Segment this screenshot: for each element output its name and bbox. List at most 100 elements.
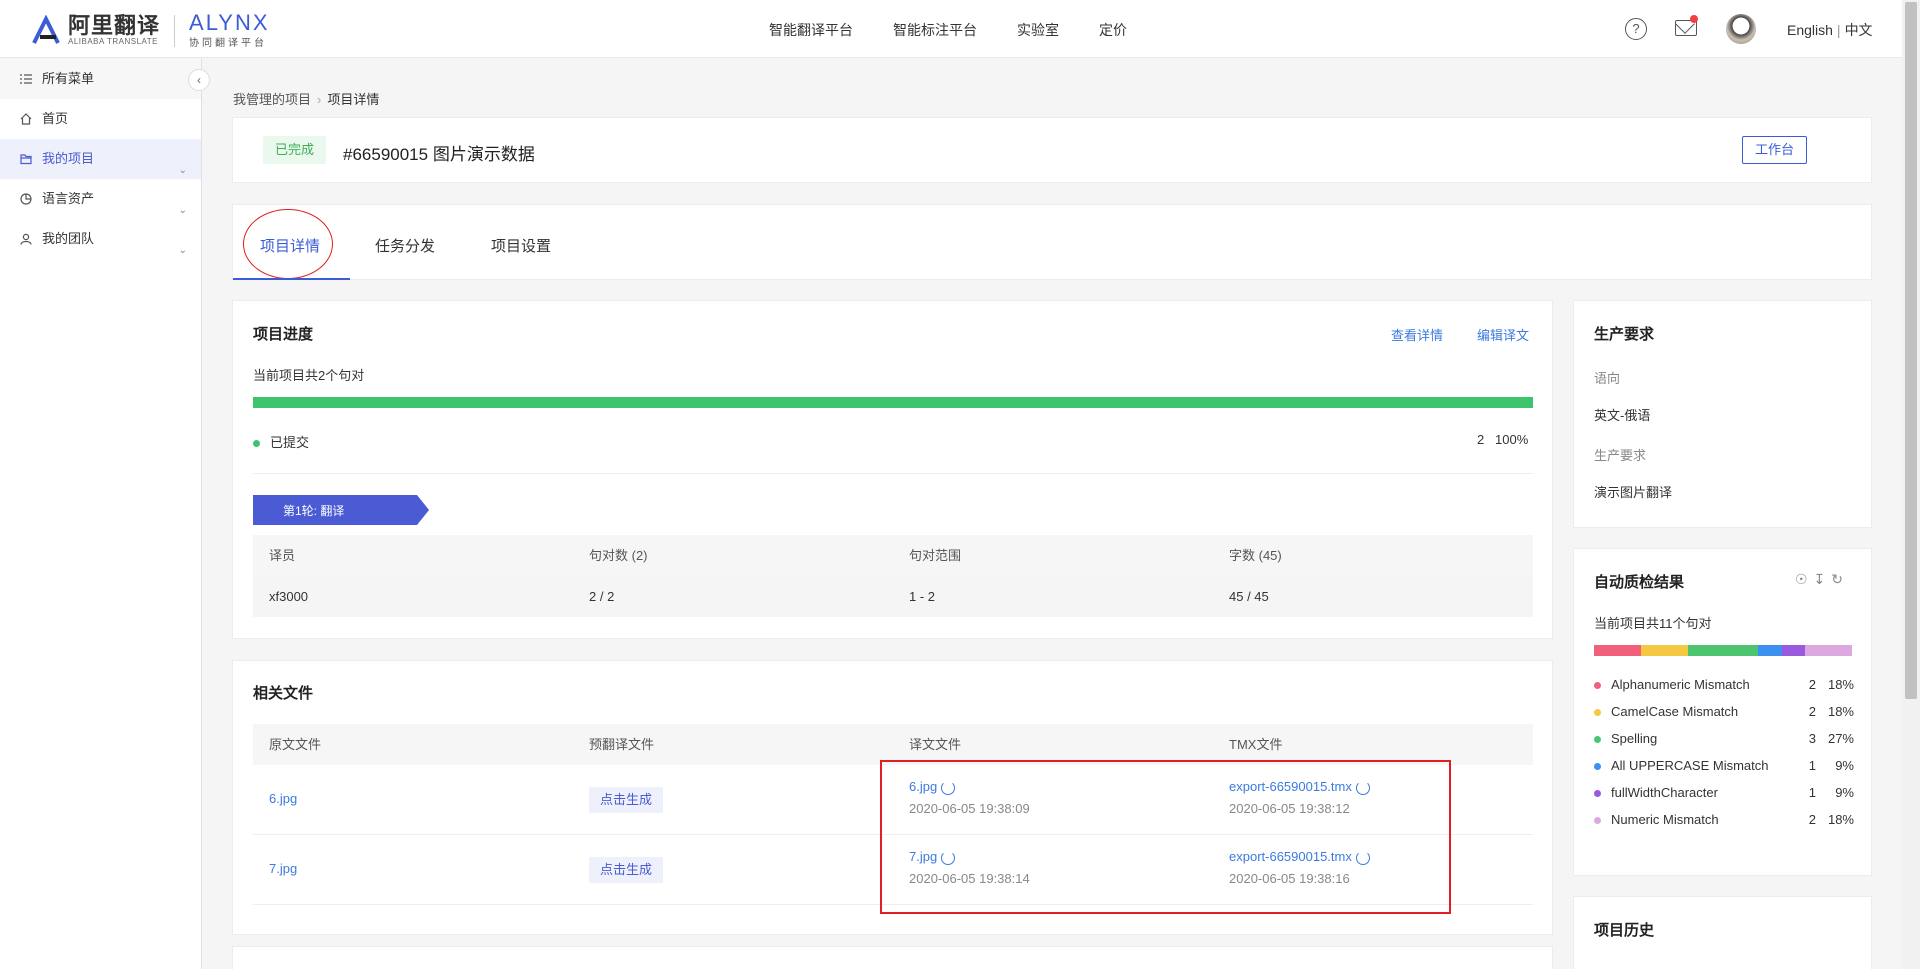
progress-summary: 当前项目共2个句对 (253, 368, 365, 383)
page-scrollbar[interactable] (1902, 0, 1920, 969)
project-history-card: 项目历史 (1573, 896, 1872, 969)
direction-value: 英文-俄语 (1594, 408, 1651, 423)
qc-item-count: 2 (1808, 677, 1816, 692)
qc-color-dot (1594, 709, 1601, 717)
pie-chart-icon (20, 193, 32, 205)
qc-item-percent: 18% (1827, 704, 1854, 719)
lang-english[interactable]: English (1787, 22, 1833, 38)
col-tmx-file: TMX文件 (1229, 737, 1283, 752)
breadcrumb: 我管理的项目 › 项目详情 (233, 89, 379, 108)
refresh-icon[interactable]: ↻ (1831, 571, 1849, 587)
sidebar-item-label: 我的团队 (42, 231, 95, 246)
user-avatar[interactable] (1726, 14, 1756, 44)
submitted-legend: 已提交 (253, 432, 309, 451)
qc-color-dot (1594, 736, 1601, 744)
cell-translator: xf3000 (269, 589, 309, 604)
table-row: xf3000 2 / 2 1 - 2 45 / 45 (253, 576, 1533, 617)
progress-title: 项目进度 (253, 326, 314, 343)
qc-item-label: Spelling (1611, 731, 1658, 746)
requirements-value: 演示图片翻译 (1594, 485, 1673, 500)
nav-pricing[interactable]: 定价 (1099, 20, 1127, 40)
source-file-link[interactable]: 7.jpg (269, 861, 297, 876)
qc-item-count: 1 (1808, 785, 1816, 800)
eye-icon[interactable]: ☉ (1795, 571, 1814, 587)
logo-text-cn: 阿里翻译 (68, 13, 161, 38)
status-badge: 已完成 (263, 136, 327, 164)
top-nav: 智能翻译平台 智能标注平台 实验室 定价 (769, 20, 1127, 40)
sidebar-item-language-assets[interactable]: 语言资产 ⌄ (0, 179, 201, 219)
generate-button[interactable]: 点击生成 (589, 857, 664, 883)
sidebar-item-my-projects[interactable]: 我的项目 ⌄ (0, 139, 201, 179)
top-header: 阿里翻译 ALIBABA TRANSLATE ALYNX 协同翻译平台 智能翻译… (0, 0, 1902, 58)
qc-color-dot (1594, 817, 1601, 825)
submitted-count: 2 (1477, 432, 1485, 447)
qc-bar-segment (1758, 645, 1782, 656)
lang-chinese[interactable]: 中文 (1845, 22, 1873, 38)
progress-bar (253, 397, 1533, 408)
sidebar-item-label: 首页 (42, 111, 69, 126)
col-words: 字数 (45) (1229, 548, 1282, 563)
qc-list-item: fullWidthCharacter 1 9% (1594, 783, 1854, 803)
download-icon[interactable]: ↧ (1814, 571, 1832, 587)
qc-item-label: fullWidthCharacter (1611, 785, 1718, 800)
qc-item-label: Numeric Mismatch (1611, 812, 1719, 827)
annotation-highlight-box (880, 760, 1451, 914)
project-title-card: 已完成 #66590015 图片演示数据 工作台 (232, 117, 1872, 183)
breadcrumb-parent[interactable]: 我管理的项目 (233, 92, 311, 107)
divider (253, 473, 1533, 474)
col-source-file: 原文文件 (269, 737, 322, 752)
qc-list-item: Numeric Mismatch 2 18% (1594, 810, 1854, 830)
qc-bar-segment (1640, 645, 1688, 656)
qc-list-item: All UPPERCASE Mismatch 1 9% (1594, 756, 1854, 776)
user-icon (20, 233, 32, 245)
sidebar-item-my-team[interactable]: 我的团队 ⌄ (0, 219, 201, 259)
qc-item-count: 3 (1808, 731, 1816, 746)
nav-smart-annotation[interactable]: 智能标注平台 (893, 20, 977, 40)
alibaba-translate-logo[interactable]: 阿里翻译 ALIBABA TRANSLATE ALYNX 协同翻译平台 (30, 12, 270, 49)
qc-color-dot (1594, 682, 1601, 690)
chevron-down-icon: ⌄ (178, 245, 187, 256)
source-file-link[interactable]: 6.jpg (269, 791, 297, 806)
requirements-label: 生产要求 (1594, 448, 1647, 463)
scrollbar-thumb[interactable] (1905, 2, 1917, 699)
sidebar-item-all-menus[interactable]: 所有菜单 ‹ (0, 59, 210, 99)
qc-item-count: 2 (1808, 812, 1816, 827)
tab-task-distribution[interactable]: 任务分发 (375, 235, 435, 256)
col-translator: 译员 (269, 548, 296, 563)
qc-item-percent: 27% (1827, 731, 1854, 746)
view-details-link[interactable]: 查看详情 (1391, 325, 1443, 344)
qc-item-percent: 9% (1835, 785, 1854, 800)
production-requirements-card: 生产要求 语向 英文-俄语 生产要求 演示图片翻译 (1573, 300, 1872, 528)
qc-color-dot (1594, 790, 1601, 798)
tab-project-details[interactable]: 项目详情 (260, 235, 320, 256)
sidebar: 所有菜单 ‹ 首页 我的项目 ⌄ 语言资产 ⌄ 我的团队 ⌄ (0, 59, 210, 969)
workbench-button[interactable]: 工作台 (1741, 136, 1807, 164)
generate-button[interactable]: 点击生成 (589, 787, 664, 813)
table-header: 译员 句对数 (2) 句对范围 字数 (45) (253, 535, 1533, 576)
qc-list-item: Spelling 3 27% (1594, 729, 1854, 749)
cell-range: 1 - 2 (909, 589, 936, 604)
qc-bar-segment (1687, 645, 1759, 656)
folder-icon (20, 154, 32, 165)
round-label: 第1轮: 翻译 (283, 504, 345, 518)
qc-bar-segment (1594, 645, 1641, 656)
col-target-file: 译文文件 (909, 737, 962, 752)
status-dot (253, 440, 260, 448)
sidebar-item-home[interactable]: 首页 (0, 99, 201, 139)
qc-item-count: 1 (1808, 758, 1816, 773)
collapse-sidebar-icon[interactable]: ‹ (188, 69, 210, 91)
edit-translation-link[interactable]: 编辑译文 (1477, 325, 1529, 344)
logo-mark-icon (32, 14, 60, 44)
nav-smart-translation[interactable]: 智能翻译平台 (769, 20, 853, 40)
qc-item-percent: 9% (1835, 758, 1854, 773)
lang-separator: | (1836, 22, 1841, 38)
tab-project-settings[interactable]: 项目设置 (491, 235, 551, 256)
qc-item-label: All UPPERCASE Mismatch (1611, 758, 1769, 773)
cell-words: 45 / 45 (1229, 589, 1269, 604)
col-segments: 句对数 (2) (589, 548, 648, 563)
direction-label: 语向 (1594, 371, 1621, 386)
help-icon[interactable]: ? (1625, 18, 1647, 40)
language-switcher: English | 中文 (1787, 20, 1873, 40)
nav-lab[interactable]: 实验室 (1017, 20, 1059, 40)
active-tab-underline (233, 278, 350, 280)
